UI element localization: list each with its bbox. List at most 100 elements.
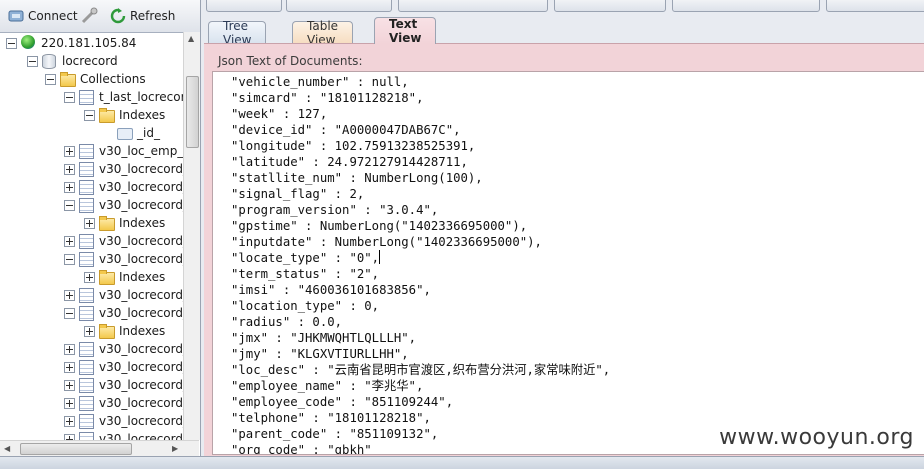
document-tab[interactable]: [672, 0, 820, 12]
collection-table-icon: [79, 233, 95, 249]
tree-node-collection[interactable]: v30_locrecord_2: [64, 430, 183, 440]
tree-node-collections[interactable]: Collections: [45, 70, 146, 88]
collapse-toggle[interactable]: [64, 253, 75, 265]
scroll-thumb[interactable]: [20, 443, 132, 455]
tree-node-label: v30_locrecord_1: [99, 288, 183, 302]
tree-node-label: v30_locrecord_1: [99, 396, 183, 410]
expand-toggle[interactable]: [64, 379, 75, 391]
disconnect-icon[interactable]: [80, 7, 98, 25]
tree-node-indexes[interactable]: Indexes: [84, 268, 165, 286]
tree-node-indexes[interactable]: Indexes: [84, 214, 165, 232]
collapse-toggle[interactable]: [64, 199, 75, 211]
tab-text-view[interactable]: Text View: [374, 17, 437, 45]
tree-node-label: v30_locrecord_1: [99, 252, 183, 266]
expand-toggle[interactable]: [64, 235, 75, 247]
expand-toggle[interactable]: [64, 289, 75, 301]
expand-toggle[interactable]: [84, 271, 95, 283]
tree-node-collection[interactable]: v30_locrecord_1: [64, 196, 183, 214]
tab-label: Text View: [389, 17, 422, 45]
tree-node-indexes[interactable]: Indexes: [84, 322, 165, 340]
icon-shape: [79, 162, 94, 177]
scroll-right-arrow-icon[interactable]: ▶: [172, 444, 178, 453]
connect-button[interactable]: Connect: [8, 6, 78, 26]
tree-node-server[interactable]: 220.181.105.84: [6, 34, 136, 52]
collection-table-icon: [79, 377, 95, 393]
collections-label: Collections: [80, 72, 146, 86]
tree-node-collection[interactable]: v30_locrecord_1: [64, 250, 183, 268]
collection-table-icon: [79, 197, 95, 213]
document-tab[interactable]: [286, 0, 392, 12]
refresh-icon: [110, 8, 126, 24]
expand-toggle[interactable]: [64, 145, 75, 157]
tree-node-collection[interactable]: v30_locrecord_1: [64, 304, 183, 322]
expand-toggle[interactable]: [84, 325, 95, 337]
icon-shape: [79, 342, 94, 357]
tree-node-label: v30_locrecord_1: [99, 378, 183, 392]
tree-horizontal-scrollbar[interactable]: ◀ ▶: [0, 440, 199, 457]
icon-shape: [117, 128, 133, 140]
tree-vertical-scrollbar[interactable]: ▲: [183, 32, 200, 440]
collapse-toggle[interactable]: [27, 55, 38, 67]
tab-tree-view[interactable]: Tree View: [208, 19, 267, 47]
collapse-toggle[interactable]: [84, 109, 95, 121]
tree-node-collection[interactable]: v30_locrecord_1: [64, 376, 183, 394]
tree-node-collection[interactable]: v30_locrecord_1: [64, 178, 183, 196]
icon-shape: [79, 90, 94, 105]
tab-table-view[interactable]: Table View: [292, 19, 354, 47]
expand-toggle[interactable]: [64, 361, 75, 373]
tree-node-label: v30_locrecord_1: [99, 198, 183, 212]
tree-node-collection[interactable]: v30_locrecord_1: [64, 394, 183, 412]
expand-toggle[interactable]: [64, 163, 75, 175]
collection-table-icon: [79, 161, 95, 177]
document-tab-strip: [204, 0, 924, 14]
expand-toggle[interactable]: [64, 415, 75, 427]
expand-toggle[interactable]: [64, 397, 75, 409]
tree-node-collection[interactable]: v30_locrecord_1: [64, 232, 183, 250]
scroll-up-arrow-icon[interactable]: ▲: [188, 34, 194, 43]
collection-tree: 220.181.105.84 locrecord Collections t_l…: [0, 32, 183, 440]
collection-table-icon: [79, 413, 95, 429]
expand-toggle[interactable]: [84, 217, 95, 229]
tree-node-label: _id_: [137, 126, 160, 140]
collapse-toggle[interactable]: [64, 307, 75, 319]
icon-shape: [79, 306, 94, 321]
collection-table-icon: [79, 143, 95, 159]
expand-toggle[interactable]: [64, 343, 75, 355]
tree-node-collection[interactable]: v30_locrecord_1: [64, 340, 183, 358]
collapse-toggle[interactable]: [6, 37, 17, 49]
folder-icon: [99, 323, 115, 339]
document-tab[interactable]: [206, 0, 282, 12]
tree-node-collection[interactable]: v30_locrecord_1: [64, 358, 183, 376]
document-tab[interactable]: [398, 0, 548, 12]
scroll-left-arrow-icon[interactable]: ◀: [4, 444, 10, 453]
tree-node-index[interactable]: _id_: [104, 124, 160, 142]
tree-node-database[interactable]: locrecord: [27, 52, 118, 70]
document-tab[interactable]: [826, 0, 924, 12]
json-text-area[interactable]: "vehicle_number" : null, "simcard" : "18…: [212, 71, 924, 455]
tree-node-label: v30_locrecord_1: [99, 342, 183, 356]
tree-node-label: v30_locrecord_1: [99, 306, 183, 320]
tree-node-collection[interactable]: v30_locrecord_0: [64, 160, 183, 178]
database-icon: [42, 53, 58, 69]
collection-table-icon: [79, 395, 95, 411]
tree-node-collection[interactable]: t_last_locrecord: [64, 88, 183, 106]
scroll-thumb[interactable]: [186, 76, 199, 148]
tree-node-indexes[interactable]: Indexes: [84, 106, 165, 124]
tree-node-collection[interactable]: v30_loc_emp_st: [64, 142, 183, 160]
refresh-button[interactable]: Refresh: [110, 6, 175, 26]
icon-shape: [79, 144, 94, 159]
document-tab[interactable]: [554, 0, 666, 12]
tree-node-label: v30_locrecord_0: [99, 162, 183, 176]
text-caret: [379, 250, 381, 264]
collapse-toggle[interactable]: [64, 91, 75, 103]
connect-label: Connect: [28, 9, 78, 23]
icon-shape: [79, 180, 94, 195]
icon-shape: [99, 216, 115, 231]
tree-node-label: Indexes: [119, 270, 166, 284]
tree-node-collection[interactable]: v30_locrecord_1: [64, 412, 183, 430]
collapse-toggle[interactable]: [45, 73, 56, 85]
expand-toggle[interactable]: [64, 181, 75, 193]
tree-node-collection[interactable]: v30_locrecord_1: [64, 286, 183, 304]
server-label: 220.181.105.84: [41, 36, 137, 50]
collection-table-icon: [79, 359, 95, 375]
